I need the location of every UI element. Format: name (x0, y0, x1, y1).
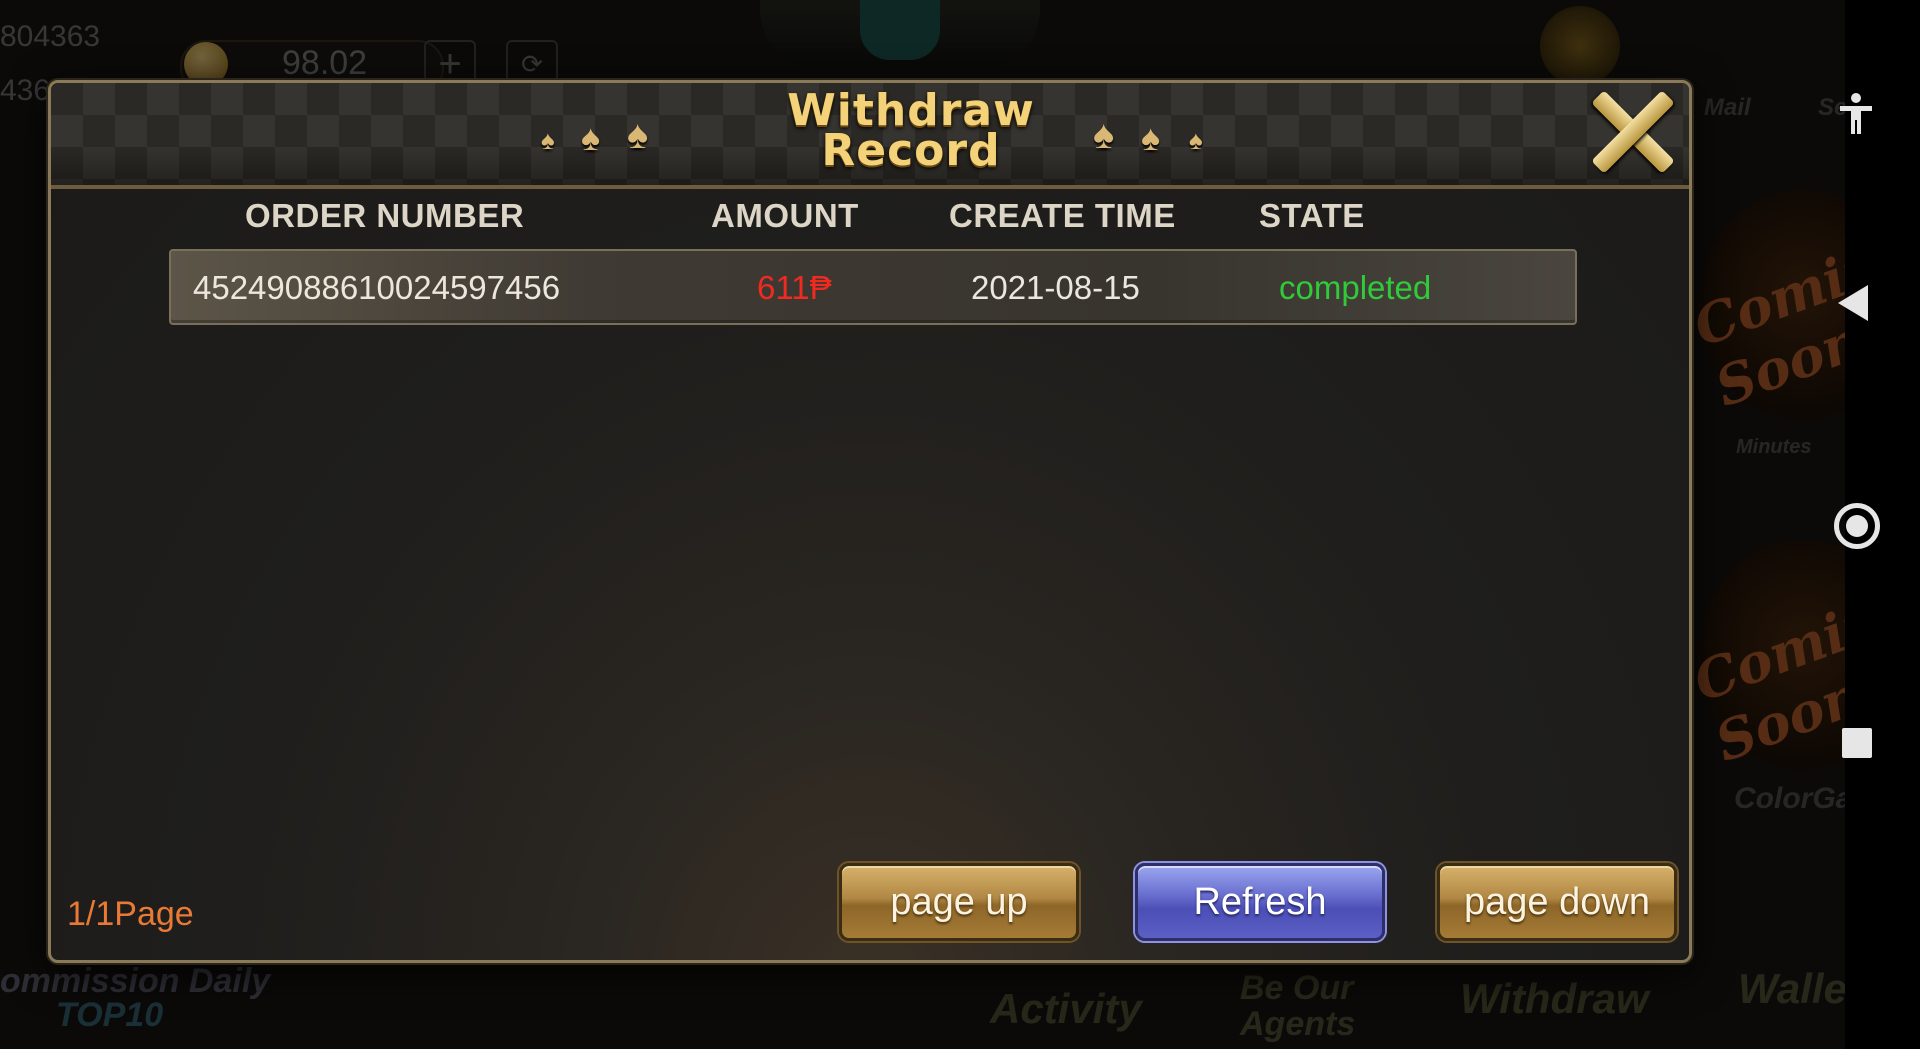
column-header-create-time: CREATE TIME (949, 197, 1176, 234)
bg-agents-label: Be Our Agents (1240, 969, 1356, 1043)
bg-top10-label: TOP10 (56, 996, 164, 1034)
spade-icon: ♠ (1189, 125, 1203, 155)
bg-withdraw-label: Withdraw (1460, 975, 1649, 1022)
back-icon[interactable] (1838, 285, 1868, 321)
home-icon[interactable] (1834, 503, 1880, 549)
bg-user-id: 804363 (0, 20, 101, 53)
bg-mail-label: Mail (1704, 94, 1751, 121)
page-down-button[interactable]: page down (1437, 863, 1677, 941)
close-x-icon[interactable] (1589, 89, 1675, 175)
page-up-button[interactable]: page up (839, 863, 1079, 941)
recents-icon[interactable] (1842, 728, 1872, 758)
amount-cell: 611₱ (757, 269, 832, 306)
table-row: 45249088610024597456 611₱ 2021-08-15 com… (169, 249, 1577, 325)
state-cell: completed (1279, 269, 1432, 306)
bg-activity-label: Activity (990, 985, 1142, 1032)
create-time-cell: 2021-08-15 (971, 269, 1140, 306)
bg-minutes-label: Minutes (1736, 436, 1812, 458)
bg-wallet-label: Wallet (1738, 965, 1861, 1012)
column-header-state: STATE (1259, 197, 1365, 234)
refresh-button[interactable]: Refresh (1135, 863, 1385, 941)
bg-crest-gem (860, 0, 940, 60)
spade-icon: ♠ (1093, 113, 1115, 157)
column-header-order-number: ORDER NUMBER (245, 197, 525, 234)
dialog-title: Withdraw Record (787, 85, 1035, 176)
page-indicator: 1/1Page (67, 895, 194, 933)
column-header-amount: AMOUNT (711, 197, 859, 234)
bg-balance: 98.02 (282, 44, 368, 82)
spade-icon: ♠ (627, 113, 649, 157)
spade-icon: ♠ (581, 117, 601, 158)
bg-gold-icon (1540, 6, 1620, 86)
accessibility-icon[interactable] (1838, 92, 1874, 136)
order-number-cell: 45249088610024597456 (193, 269, 561, 306)
withdraw-record-dialog: ♠ ♠ ♠ Withdraw Record ♠ ♠ ♠ ORDER NUMBER… (48, 80, 1692, 963)
spade-icon: ♠ (1141, 117, 1161, 158)
spade-icon: ♠ (541, 125, 555, 155)
